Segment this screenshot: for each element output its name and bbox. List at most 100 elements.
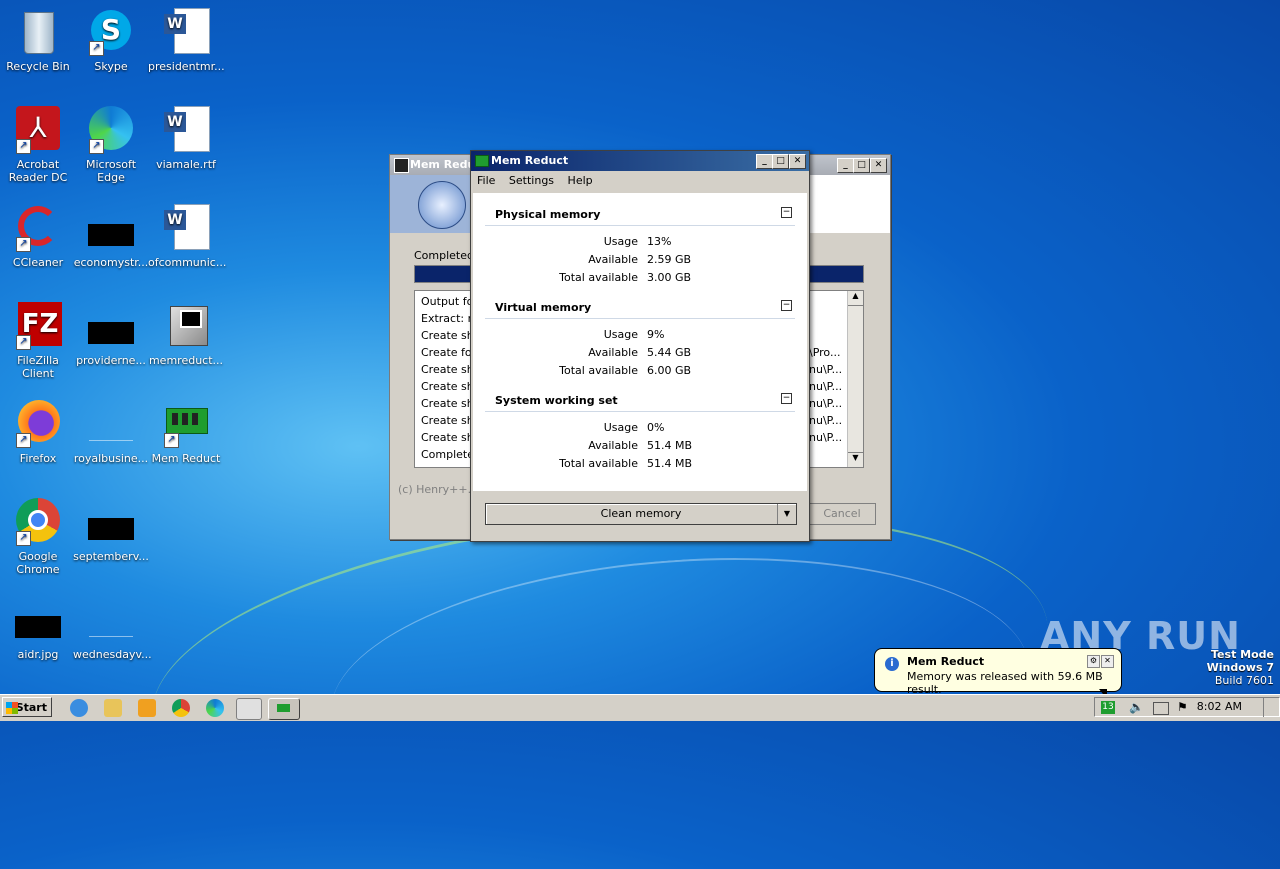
icon-label: providerne... [76, 354, 146, 367]
edge-taskbar-icon[interactable] [206, 699, 224, 717]
desktop-icon-chrome[interactable]: ↗ Google Chrome [0, 498, 76, 576]
installer-title: Mem Redu [410, 158, 476, 171]
menu-help[interactable]: Help [568, 174, 593, 187]
skype-icon: S ↗ [87, 8, 135, 56]
menu-bar: File Settings Help [471, 171, 809, 191]
chrome-taskbar-icon[interactable] [172, 699, 190, 717]
desktop-icon-viamale[interactable]: W viamale.rtf [148, 106, 224, 171]
network-icon[interactable] [1153, 702, 1169, 715]
notification-message: Memory was released with 59.6 MB result. [907, 670, 1103, 696]
explorer-folder-icon[interactable] [104, 699, 122, 717]
log-line-path: nu\P... [809, 397, 843, 410]
icon-label: Recycle Bin [6, 60, 70, 73]
row-value: 51.4 MB [647, 439, 693, 452]
action-center-flag-icon[interactable]: ⚑ [1177, 700, 1188, 714]
log-line-path: nu\P... [809, 414, 843, 427]
desktop-icon-royalbusine[interactable]: royalbusine... [73, 400, 149, 465]
section-title-working-set: System working set [495, 394, 618, 407]
desktop-icon-filezilla[interactable]: FZ ↗ FileZilla Client [0, 302, 76, 380]
divider [485, 411, 795, 412]
menu-file[interactable]: File [477, 174, 495, 187]
desktop-icon-presidentmr[interactable]: W presidentmr... [148, 8, 225, 73]
start-button[interactable]: Start [2, 697, 52, 717]
desktop-icon-septemberv[interactable]: septemberv... [73, 498, 149, 563]
edge-icon: ↗ [87, 106, 135, 154]
minimize-button[interactable]: _ [756, 154, 773, 169]
notification-title: Mem Reduct [907, 655, 985, 668]
volume-icon[interactable]: 🔈 [1129, 700, 1144, 714]
maximize-button[interactable]: □ [853, 158, 870, 173]
desktop-icon-ofcommunic[interactable]: W ofcommunic... [148, 204, 226, 269]
dropdown-arrow-icon[interactable]: ▼ [777, 504, 796, 524]
desktop-icon-providerne[interactable]: providerne... [73, 302, 149, 367]
log-line-path [809, 327, 842, 344]
notification-balloon[interactable]: i Mem Reduct Memory was released with 59… [874, 648, 1122, 699]
desktop-icon-memreduct-setup[interactable]: memreduct... [148, 302, 224, 367]
acrobat-icon: ⅄ ↗ [14, 106, 62, 154]
row-label: Total available [559, 457, 638, 470]
log-line-path [809, 310, 842, 327]
icon-label: wednesdayv... [73, 648, 152, 661]
memory-chip-icon [277, 704, 290, 712]
scroll-down-arrow-icon[interactable]: ▼ [848, 452, 863, 467]
log-line-path: nu\P... [809, 363, 843, 376]
internet-explorer-icon[interactable] [70, 699, 88, 717]
desktop-icon-mem-reduct[interactable]: ↗ Mem Reduct [148, 400, 224, 465]
show-desktop-button[interactable] [1263, 697, 1278, 717]
desktop-icon-skype[interactable]: S ↗ Skype [73, 8, 149, 73]
desktop-icon-aidr[interactable]: aidr.jpg [0, 596, 76, 661]
word-document-icon: W [162, 8, 210, 56]
row-label: Usage [603, 421, 638, 434]
installer-icon [162, 302, 210, 350]
row-value: 2.59 GB [647, 253, 692, 266]
desktop-icon-acrobat[interactable]: ⅄ ↗ Acrobat Reader DC [0, 106, 76, 184]
close-button[interactable]: ✕ [789, 154, 806, 169]
installer-status-label: Completed [414, 249, 474, 262]
mem-reduct-taskbar-button[interactable] [268, 698, 300, 720]
log-line-path: nu\P... [809, 431, 843, 444]
desktop-icon-ccleaner[interactable]: ↗ CCleaner [0, 204, 76, 269]
installer-taskbar-button[interactable] [236, 698, 262, 720]
icon-label: viamale.rtf [156, 158, 216, 171]
clean-memory-button[interactable]: Clean memory ▼ [485, 503, 797, 525]
icon-label: memreduct... [148, 354, 224, 367]
settings-icon[interactable]: ⚙ [1087, 655, 1100, 668]
installer-logo-icon [418, 181, 466, 229]
desktop-icon-wednesdayv[interactable]: wednesdayv... [73, 596, 152, 661]
scroll-up-arrow-icon[interactable]: ▲ [848, 291, 863, 306]
desktop-icon-firefox[interactable]: ↗ Firefox [0, 400, 76, 465]
divider [485, 225, 795, 226]
desktop-icon-economystr[interactable]: economystr... [73, 204, 149, 269]
row-label: Available [588, 439, 638, 452]
mem-reduct-tray-icon[interactable]: 13 [1101, 701, 1115, 714]
collapse-icon[interactable]: − [781, 207, 792, 218]
firefox-icon: ↗ [14, 400, 62, 448]
memory-chip-icon: ↗ [162, 400, 210, 448]
word-document-icon: W [162, 106, 210, 154]
os-info-test-mode: Test Mode [1211, 648, 1274, 661]
log-line-path: \Pro... [809, 346, 841, 359]
media-player-icon[interactable] [138, 699, 156, 717]
row-label: Usage [603, 328, 638, 341]
row-value: 5.44 GB [647, 346, 692, 359]
close-button[interactable]: ✕ [870, 158, 887, 173]
minimize-button[interactable]: _ [837, 158, 854, 173]
desktop-icon-edge[interactable]: ↗ Microsoft Edge [73, 106, 149, 184]
menu-settings[interactable]: Settings [509, 174, 554, 187]
start-label: Start [15, 701, 47, 714]
section-title-physical: Physical memory [495, 208, 601, 221]
icon-label: Acrobat Reader DC [8, 158, 68, 184]
maximize-button[interactable]: □ [772, 154, 789, 169]
collapse-icon[interactable]: − [781, 300, 792, 311]
log-scrollbar[interactable]: ▲ ▼ [847, 291, 863, 467]
cancel-button[interactable]: Cancel [808, 503, 876, 525]
desktop-icon-recycle-bin[interactable]: Recycle Bin [0, 8, 76, 73]
log-line-path: nu\P... [809, 380, 843, 393]
close-icon[interactable]: ✕ [1101, 655, 1114, 668]
taskbar-clock[interactable]: 8:02 AM [1197, 700, 1242, 713]
section-title-virtual: Virtual memory [495, 301, 592, 314]
image-file-icon [14, 596, 62, 644]
collapse-icon[interactable]: − [781, 393, 792, 404]
icon-label: Skype [94, 60, 128, 73]
recycle-bin-icon [14, 8, 62, 56]
